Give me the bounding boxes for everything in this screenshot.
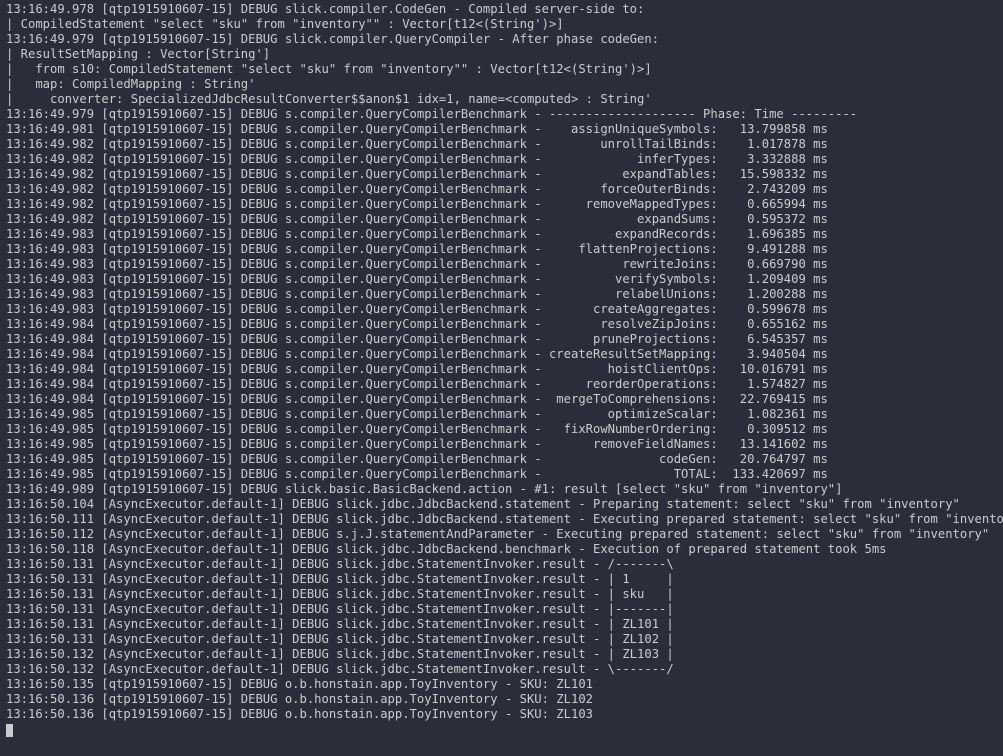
log-line: 13:16:49.983 [qtp1915910607-15] DEBUG s.…: [6, 227, 1003, 242]
log-line: 13:16:49.983 [qtp1915910607-15] DEBUG s.…: [6, 287, 1003, 302]
log-line: 13:16:49.985 [qtp1915910607-15] DEBUG s.…: [6, 452, 1003, 467]
log-line: 13:16:50.118 [AsyncExecutor.default-1] D…: [6, 542, 1003, 557]
log-line: 13:16:50.135 [qtp1915910607-15] DEBUG o.…: [6, 677, 1003, 692]
log-line: 13:16:49.984 [qtp1915910607-15] DEBUG s.…: [6, 362, 1003, 377]
log-line: 13:16:49.985 [qtp1915910607-15] DEBUG s.…: [6, 422, 1003, 437]
log-line: 13:16:49.989 [qtp1915910607-15] DEBUG sl…: [6, 482, 1003, 497]
log-line: 13:16:49.983 [qtp1915910607-15] DEBUG s.…: [6, 272, 1003, 287]
log-line: 13:16:49.982 [qtp1915910607-15] DEBUG s.…: [6, 167, 1003, 182]
cursor-line: [6, 722, 1003, 737]
log-line: 13:16:49.981 [qtp1915910607-15] DEBUG s.…: [6, 122, 1003, 137]
log-line: 13:16:49.982 [qtp1915910607-15] DEBUG s.…: [6, 182, 1003, 197]
log-line: 13:16:49.982 [qtp1915910607-15] DEBUG s.…: [6, 137, 1003, 152]
log-line: 13:16:49.978 [qtp1915910607-15] DEBUG sl…: [6, 2, 1003, 17]
log-line: 13:16:50.132 [AsyncExecutor.default-1] D…: [6, 662, 1003, 677]
log-line: 13:16:50.131 [AsyncExecutor.default-1] D…: [6, 587, 1003, 602]
log-line: 13:16:50.136 [qtp1915910607-15] DEBUG o.…: [6, 707, 1003, 722]
log-line: 13:16:50.111 [AsyncExecutor.default-1] D…: [6, 512, 1003, 527]
log-line: | CompiledStatement "select "sku" from "…: [6, 17, 1003, 32]
log-line: 13:16:50.104 [AsyncExecutor.default-1] D…: [6, 497, 1003, 512]
log-line: 13:16:49.979 [qtp1915910607-15] DEBUG s.…: [6, 107, 1003, 122]
log-line: 13:16:49.984 [qtp1915910607-15] DEBUG s.…: [6, 347, 1003, 362]
log-line: 13:16:49.982 [qtp1915910607-15] DEBUG s.…: [6, 212, 1003, 227]
log-line: | converter: SpecializedJdbcResultConver…: [6, 92, 1003, 107]
log-line: 13:16:50.131 [AsyncExecutor.default-1] D…: [6, 602, 1003, 617]
log-line: 13:16:49.983 [qtp1915910607-15] DEBUG s.…: [6, 302, 1003, 317]
log-line: 13:16:50.112 [AsyncExecutor.default-1] D…: [6, 527, 1003, 542]
log-line: 13:16:49.984 [qtp1915910607-15] DEBUG s.…: [6, 317, 1003, 332]
log-line: 13:16:49.984 [qtp1915910607-15] DEBUG s.…: [6, 332, 1003, 347]
log-line: 13:16:50.131 [AsyncExecutor.default-1] D…: [6, 632, 1003, 647]
log-line: 13:16:49.985 [qtp1915910607-15] DEBUG s.…: [6, 407, 1003, 422]
log-line: 13:16:50.131 [AsyncExecutor.default-1] D…: [6, 572, 1003, 587]
cursor-icon: [6, 724, 13, 737]
log-line: 13:16:49.984 [qtp1915910607-15] DEBUG s.…: [6, 377, 1003, 392]
log-output: 13:16:49.978 [qtp1915910607-15] DEBUG sl…: [0, 0, 1003, 739]
log-line: 13:16:50.136 [qtp1915910607-15] DEBUG o.…: [6, 692, 1003, 707]
log-line: 13:16:49.983 [qtp1915910607-15] DEBUG s.…: [6, 242, 1003, 257]
log-line: | from s10: CompiledStatement "select "s…: [6, 62, 1003, 77]
log-line: 13:16:49.983 [qtp1915910607-15] DEBUG s.…: [6, 257, 1003, 272]
log-line: 13:16:50.132 [AsyncExecutor.default-1] D…: [6, 647, 1003, 662]
log-line: 13:16:49.985 [qtp1915910607-15] DEBUG s.…: [6, 437, 1003, 452]
log-line: | ResultSetMapping : Vector[String']: [6, 47, 1003, 62]
log-line: 13:16:49.982 [qtp1915910607-15] DEBUG s.…: [6, 197, 1003, 212]
log-line: 13:16:49.982 [qtp1915910607-15] DEBUG s.…: [6, 152, 1003, 167]
log-line: 13:16:49.985 [qtp1915910607-15] DEBUG s.…: [6, 467, 1003, 482]
log-line: 13:16:50.131 [AsyncExecutor.default-1] D…: [6, 617, 1003, 632]
log-line: 13:16:49.984 [qtp1915910607-15] DEBUG s.…: [6, 392, 1003, 407]
log-line: 13:16:49.979 [qtp1915910607-15] DEBUG sl…: [6, 32, 1003, 47]
log-line: | map: CompiledMapping : String': [6, 77, 1003, 92]
log-line: 13:16:50.131 [AsyncExecutor.default-1] D…: [6, 557, 1003, 572]
